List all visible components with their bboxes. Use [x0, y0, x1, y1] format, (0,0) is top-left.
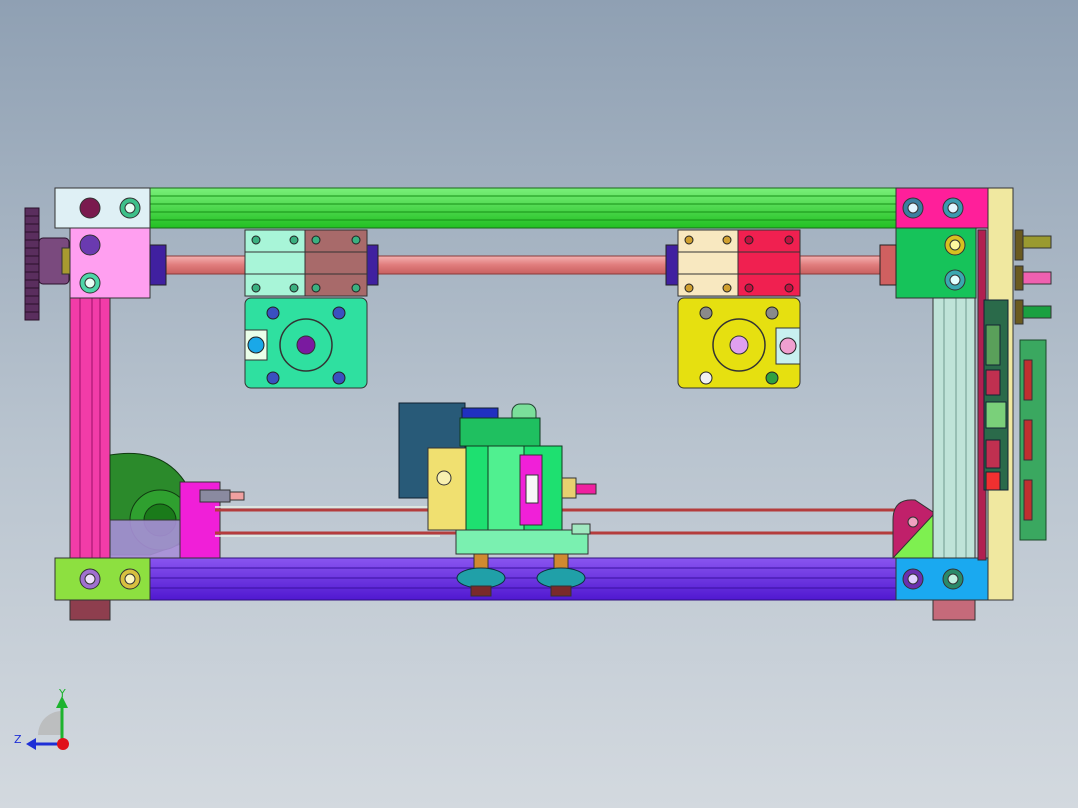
- fan-blower[interactable]: [109, 452, 245, 559]
- corner-block-bottom-right: [895, 557, 989, 601]
- z-axis-label: Z: [14, 733, 22, 746]
- cad-viewport[interactable]: Y Z: [0, 0, 1078, 808]
- corner-block-bottom-left: [54, 557, 151, 601]
- bottom-rail: [149, 557, 897, 601]
- coordinate-triad: Y Z: [14, 687, 69, 750]
- top-rail: [147, 187, 897, 229]
- carriage-left[interactable]: [244, 229, 368, 389]
- belt-pulley-right: [891, 499, 934, 559]
- corner-block-top-right: [895, 187, 989, 299]
- y-axis-label: Y: [58, 687, 66, 700]
- z-axis-arrow: [26, 738, 36, 750]
- printer-assembly-model[interactable]: Y Z: [0, 0, 1078, 808]
- x-axis-dot: [57, 738, 69, 750]
- carriage-right[interactable]: [677, 229, 801, 389]
- print-head[interactable]: [398, 402, 597, 555]
